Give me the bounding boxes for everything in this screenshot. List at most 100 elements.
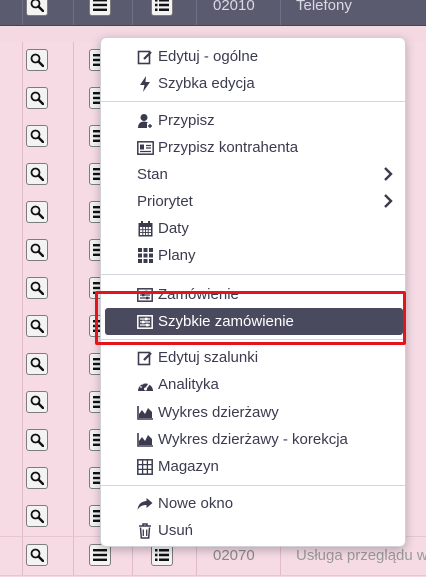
search-button[interactable] <box>26 87 48 109</box>
trash-icon <box>136 522 154 540</box>
table-grid-icon <box>136 458 154 476</box>
search-icon <box>30 319 44 333</box>
area-chart-icon <box>136 404 154 422</box>
table-row: 02010 Telefony <box>0 0 426 26</box>
search-button[interactable] <box>26 277 48 299</box>
column-divider <box>73 422 74 460</box>
column-divider <box>132 0 133 25</box>
search-button[interactable] <box>26 201 48 223</box>
list-button[interactable] <box>151 544 173 566</box>
column-divider <box>73 537 74 575</box>
menu-separator <box>101 274 405 275</box>
column-divider <box>22 384 23 422</box>
row-name: Telefony <box>296 0 352 14</box>
column-divider <box>73 118 74 156</box>
search-button[interactable] <box>26 163 48 185</box>
search-icon <box>30 548 44 562</box>
search-button[interactable] <box>26 544 48 566</box>
column-divider <box>73 194 74 232</box>
column-divider <box>73 270 74 308</box>
menu-item-dates[interactable]: Daty <box>105 215 403 242</box>
calendar-icon <box>136 220 154 238</box>
menu-item-label: Priorytet <box>137 193 193 210</box>
chevron-right-icon <box>383 166 393 186</box>
menu-item-status[interactable]: Stan <box>105 161 403 188</box>
menu-icon <box>93 0 107 11</box>
menu-item-new-window[interactable]: Nowe okno <box>105 490 403 517</box>
column-divider <box>22 346 23 384</box>
menu-item-quick-edit[interactable]: Szybka edycja <box>105 70 403 97</box>
area-chart-icon <box>136 431 154 449</box>
row-code: 02070 <box>213 547 255 564</box>
row-menu-button[interactable] <box>89 0 111 16</box>
menu-item-label: Daty <box>158 220 189 237</box>
column-divider <box>22 194 23 232</box>
list-button[interactable] <box>151 0 173 16</box>
column-divider <box>22 422 23 460</box>
search-icon <box>30 281 44 295</box>
column-divider <box>73 308 74 346</box>
search-button[interactable] <box>26 505 48 527</box>
share-arrow-icon <box>136 495 154 513</box>
search-icon <box>30 0 44 12</box>
search-button[interactable] <box>26 125 48 147</box>
search-icon <box>30 167 44 181</box>
search-icon <box>30 357 44 371</box>
column-divider <box>22 80 23 118</box>
search-button[interactable] <box>26 467 48 489</box>
menu-item-edit-general[interactable]: Edytuj - ogólne <box>105 43 403 70</box>
search-button[interactable] <box>26 315 48 337</box>
column-divider <box>22 537 23 575</box>
edit-icon <box>136 349 154 367</box>
search-button[interactable] <box>26 0 48 16</box>
menu-item-label: Stan <box>137 166 168 183</box>
menu-item-priority[interactable]: Priorytet <box>105 188 403 215</box>
list-icon <box>155 549 169 561</box>
column-divider <box>196 0 197 25</box>
row-code: 02010 <box>213 0 255 14</box>
search-button[interactable] <box>26 239 48 261</box>
column-divider <box>22 270 23 308</box>
list-icon <box>155 0 169 11</box>
menu-item-lease-chart[interactable]: Wykres dzierżawy <box>105 399 403 426</box>
menu-item-assign-contractor[interactable]: Przypisz kontrahenta <box>105 134 403 161</box>
search-button[interactable] <box>26 391 48 413</box>
user-assign-icon <box>136 112 154 130</box>
menu-item-assign[interactable]: Przypisz <box>105 107 403 134</box>
search-button[interactable] <box>26 429 48 451</box>
menu-item-analytics[interactable]: Analityka <box>105 371 403 398</box>
menu-item-lease-chart-correction[interactable]: Wykres dzierżawy - korekcja <box>105 426 403 453</box>
menu-item-label: Plany <box>158 247 196 264</box>
menu-separator <box>101 101 405 102</box>
highlight-box <box>95 291 406 345</box>
menu-item-edit-formwork[interactable]: Edytuj szalunki <box>105 344 403 371</box>
menu-item-plans[interactable]: Plany <box>105 242 403 269</box>
menu-separator <box>101 485 405 486</box>
edit-icon <box>136 48 154 66</box>
grid-dots-icon <box>136 247 154 265</box>
search-icon <box>30 509 44 523</box>
menu-item-label: Magazyn <box>158 458 219 475</box>
column-divider <box>22 118 23 156</box>
column-divider <box>22 42 23 80</box>
menu-item-label: Analityka <box>158 376 219 393</box>
column-divider <box>73 42 74 80</box>
column-divider <box>73 0 74 25</box>
column-divider <box>73 498 74 536</box>
menu-item-label: Edytuj szalunki <box>158 349 259 366</box>
menu-item-label: Nowe okno <box>158 495 234 512</box>
row-name: Usługa przeglądu w <box>296 547 426 564</box>
chevron-right-icon <box>383 193 393 213</box>
menu-icon <box>93 549 107 561</box>
column-divider <box>22 232 23 270</box>
search-button[interactable] <box>26 49 48 71</box>
menu-item-label: Wykres dzierżawy - korekcja <box>158 431 348 448</box>
id-card-icon <box>136 139 154 157</box>
column-divider <box>73 232 74 270</box>
column-divider <box>73 384 74 422</box>
menu-item-warehouse[interactable]: Magazyn <box>105 453 403 480</box>
search-button[interactable] <box>26 353 48 375</box>
menu-item-delete[interactable]: Usuń <box>105 517 403 544</box>
search-icon <box>30 471 44 485</box>
row-menu-button[interactable] <box>89 544 111 566</box>
